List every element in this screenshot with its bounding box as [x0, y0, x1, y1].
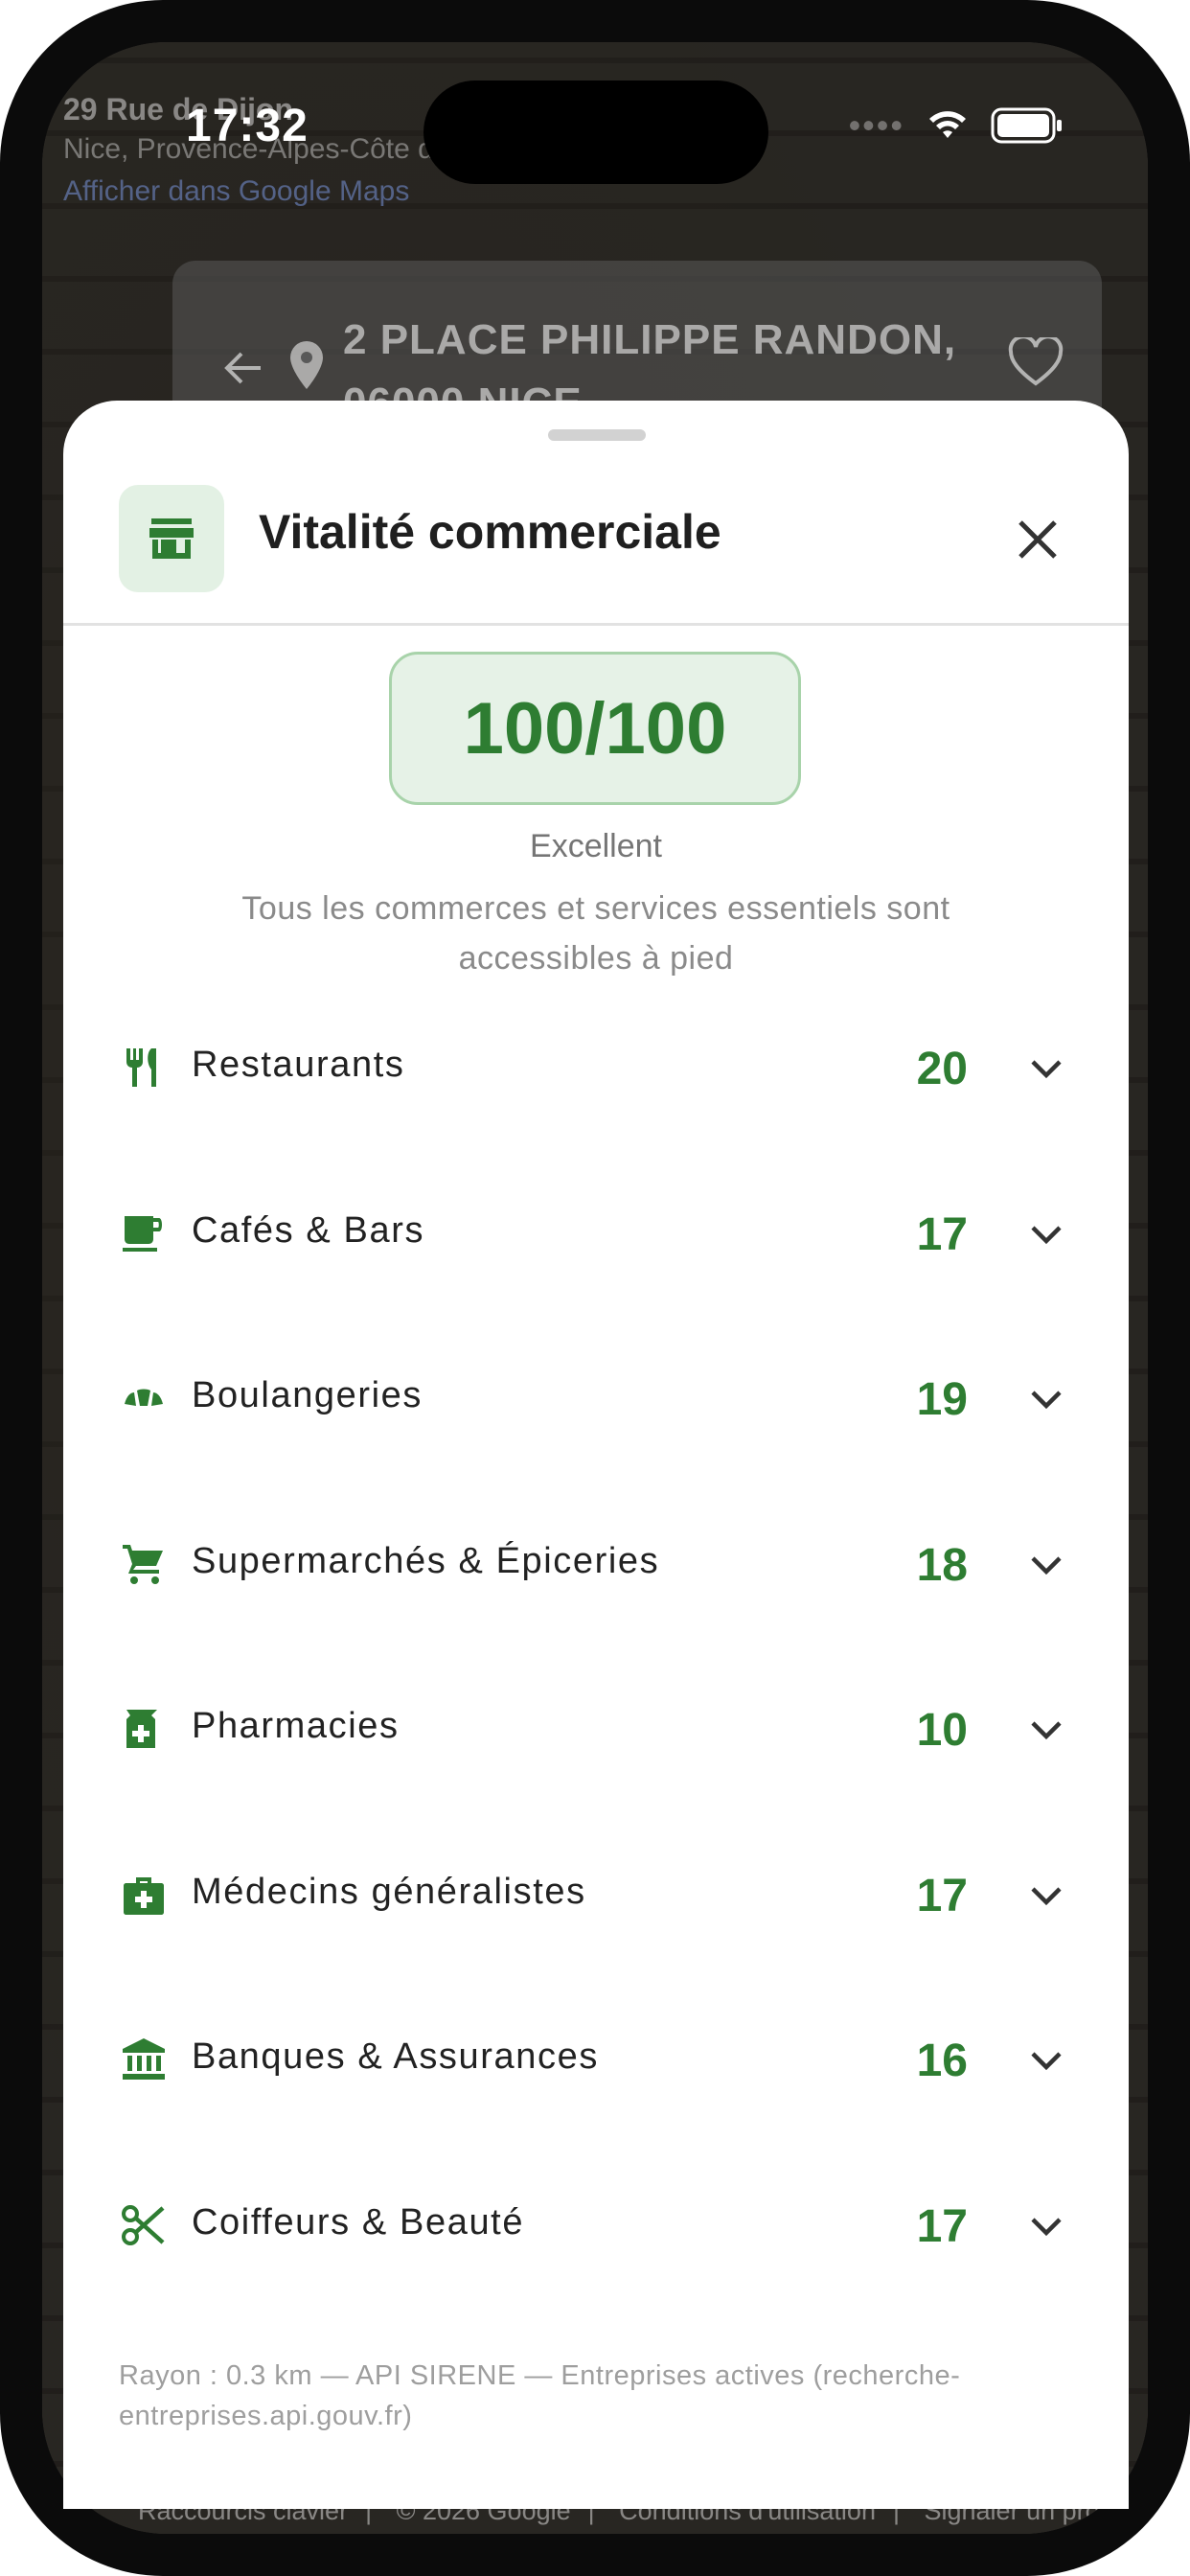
- category-row-banks[interactable]: Banques & Assurances 16: [63, 2006, 1129, 2172]
- category-label: Médecins généralistes: [192, 1871, 586, 1912]
- drag-handle[interactable]: [548, 429, 646, 441]
- category-row-pharmacies[interactable]: Pharmacies 10: [63, 1675, 1129, 1841]
- status-icons: ••••: [849, 105, 1064, 146]
- bank-icon: [123, 2038, 165, 2080]
- restaurant-icon: [126, 1048, 156, 1087]
- chevron-down-icon: [1031, 1060, 1062, 1079]
- map-google-link[interactable]: Afficher dans Google Maps: [63, 175, 434, 208]
- category-count: 10: [916, 1705, 968, 1756]
- bakery-icon: [125, 1389, 163, 1406]
- category-count: 18: [916, 1539, 968, 1591]
- close-button[interactable]: [1004, 506, 1071, 573]
- category-row-bakeries[interactable]: Boulangeries 19: [63, 1345, 1129, 1510]
- battery-icon: [991, 107, 1062, 144]
- chevron-down-icon: [1031, 1225, 1062, 1244]
- category-label: Banques & Assurances: [192, 2036, 599, 2077]
- chevron-down-icon: [1031, 2217, 1062, 2236]
- close-icon: [1018, 520, 1057, 559]
- category-label: Pharmacies: [192, 1706, 400, 1746]
- category-row-hairdressers[interactable]: Coiffeurs & Beauté 17: [63, 2172, 1129, 2337]
- category-label: Restaurants: [192, 1045, 405, 1085]
- chevron-down-icon: [1031, 1721, 1062, 1740]
- scissors-icon: [122, 2204, 165, 2245]
- signal-dots-icon: ••••: [848, 105, 904, 145]
- dynamic-island: [423, 80, 768, 184]
- score-rating-label: Excellent: [530, 828, 662, 864]
- category-label: Cafés & Bars: [192, 1209, 425, 1251]
- favorite-heart-icon[interactable]: [1008, 337, 1064, 387]
- pharmacy-icon: [126, 1710, 157, 1748]
- score-badge: 100/100: [389, 652, 801, 805]
- category-list: Restaurants 20 Cafés & Bars 17 Boulanger…: [63, 1014, 1129, 2336]
- vitality-bottom-sheet: Vitalité commerciale 100/100 Excellent T…: [63, 401, 1129, 2509]
- status-time: 17:32: [186, 101, 309, 151]
- source-footnote: Rayon : 0.3 km — API SIRENE — Entreprise…: [119, 2360, 961, 2431]
- score-description: Tous les commerces et services essentiel…: [241, 890, 950, 977]
- chevron-down-icon: [1031, 1886, 1062, 1905]
- category-count: 19: [916, 1374, 968, 1425]
- wifi-icon: [929, 111, 966, 138]
- sheet-title: Vitalité commerciale: [259, 505, 721, 559]
- medical-bag-icon: [124, 1876, 164, 1915]
- category-label: Coiffeurs & Beauté: [192, 2201, 525, 2242]
- device-frame: 29 Rue de Dijon Nice, Provence-Alpes-Côt…: [0, 0, 1190, 2576]
- category-count: 17: [916, 1208, 968, 1260]
- chevron-down-icon: [1031, 1391, 1062, 1410]
- category-count: 17: [916, 1870, 968, 1921]
- store-icon: [119, 485, 224, 592]
- category-count: 17: [916, 2200, 968, 2252]
- category-row-doctors[interactable]: Médecins généralistes 17: [63, 1841, 1129, 2007]
- category-row-restaurants[interactable]: Restaurants 20: [63, 1014, 1129, 1180]
- category-count: 20: [916, 1044, 968, 1094]
- category-row-supermarkets[interactable]: Supermarchés & Épiceries 18: [63, 1510, 1129, 1676]
- back-arrow-icon[interactable]: [222, 349, 264, 387]
- category-label: Boulangeries: [192, 1375, 423, 1415]
- coffee-icon: [123, 1215, 162, 1252]
- header-divider: [63, 623, 1129, 626]
- cart-icon: [123, 1544, 163, 1584]
- category-count: 16: [916, 2036, 968, 2086]
- category-row-cafes[interactable]: Cafés & Bars 17: [63, 1180, 1129, 1346]
- sheet-header: Vitalité commerciale: [63, 485, 1129, 606]
- chevron-down-icon: [1031, 1555, 1062, 1575]
- location-pin-icon: [290, 341, 323, 389]
- chevron-down-icon: [1031, 2052, 1062, 2071]
- category-label: Supermarchés & Épiceries: [192, 1540, 660, 1581]
